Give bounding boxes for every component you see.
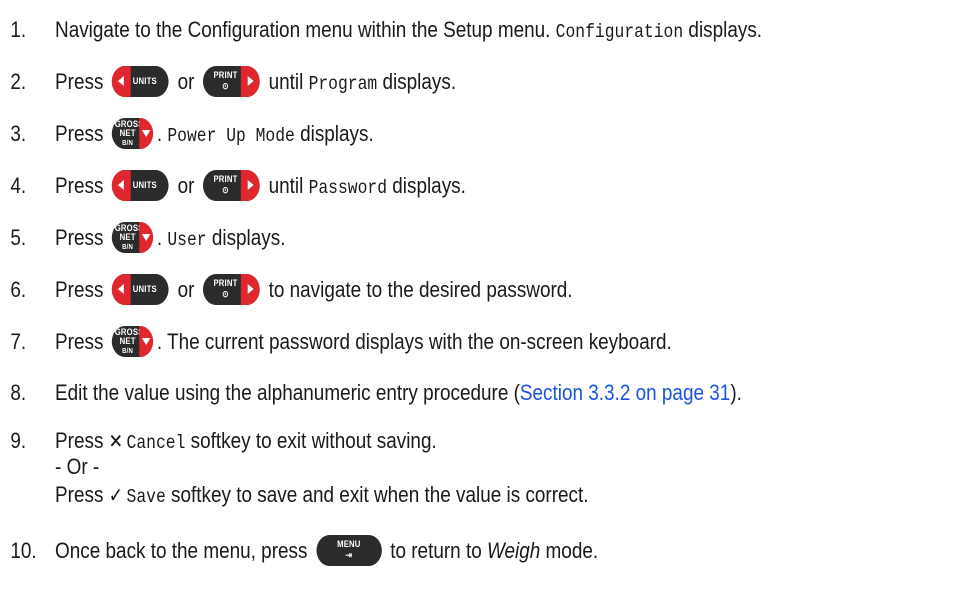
step-text: Press xyxy=(55,482,104,507)
units-left-button[interactable]: UNITS xyxy=(112,169,169,201)
step-text: Once back to the menu, press xyxy=(55,538,308,563)
display-text: Configuration xyxy=(555,21,684,43)
step-number: 2. xyxy=(10,69,27,94)
net-label: NET xyxy=(119,335,136,346)
bn-label: B/N xyxy=(122,347,134,355)
display-text: User xyxy=(167,229,207,251)
print-label: PRINT xyxy=(213,173,238,184)
display-text: Program xyxy=(308,73,378,95)
cancel-softkey-label: Cancel xyxy=(126,432,186,454)
step-text: or xyxy=(177,69,195,94)
units-left-button[interactable]: UNITS xyxy=(112,273,169,305)
step-text: displays. xyxy=(387,173,466,198)
step-text: Edit the value using the alphanumeric en… xyxy=(55,380,520,405)
step-text: Press xyxy=(55,329,104,354)
weigh-mode-text: Weigh xyxy=(486,538,541,563)
print-icon: ⊙ xyxy=(222,288,229,299)
display-text: Password xyxy=(308,177,388,199)
print-icon: ⊙ xyxy=(222,184,229,195)
arrow-left-icon xyxy=(118,179,125,190)
checkmark-icon: ✓ xyxy=(108,485,124,507)
step-number: 8. xyxy=(10,380,27,405)
step-text: or xyxy=(177,277,195,302)
step-text: displays. xyxy=(683,17,763,42)
bn-label: B/N xyxy=(122,243,134,251)
step-text: . The current password displays with the… xyxy=(156,329,672,354)
step-text: until xyxy=(268,69,304,94)
print-label: PRINT xyxy=(213,69,238,80)
step-text: Navigate to the Configuration menu withi… xyxy=(55,17,556,42)
section-link[interactable]: Section 3.3.2 on page 31 xyxy=(520,380,730,405)
display-text: Power Up Mode xyxy=(167,125,295,147)
units-label: UNITS xyxy=(132,75,157,86)
step-text: Press xyxy=(55,121,104,146)
units-label: UNITS xyxy=(132,283,157,294)
units-left-button[interactable]: UNITS xyxy=(112,65,169,97)
step-number: 5. xyxy=(10,225,27,250)
exit-arrow-icon: ⇥ xyxy=(345,549,353,560)
step-number: 1. xyxy=(10,17,27,42)
step-text: displays. xyxy=(294,121,374,146)
bn-label: B/N xyxy=(122,139,134,147)
step-text: or xyxy=(177,173,195,198)
step-text: until xyxy=(268,173,304,198)
print-label: PRINT xyxy=(213,277,238,288)
step-text: to return to xyxy=(390,538,487,563)
step-text: displays. xyxy=(377,69,457,94)
arrow-right-icon xyxy=(247,75,254,86)
step-text: to navigate to the desired password. xyxy=(268,277,573,302)
step-text: ). xyxy=(730,380,742,405)
step-text: softkey to exit without saving. xyxy=(185,428,437,453)
net-label: NET xyxy=(119,231,136,242)
print-right-button[interactable]: PRINT ⊙ xyxy=(203,273,260,305)
arrow-right-icon xyxy=(247,283,254,294)
step-number: 10. xyxy=(10,538,37,563)
arrow-left-icon xyxy=(118,283,125,294)
step-number: 9. xyxy=(10,428,27,453)
units-label: UNITS xyxy=(132,179,157,190)
arrow-down-icon xyxy=(142,337,151,345)
menu-button[interactable]: MENU ⇥ xyxy=(316,534,382,566)
step-text: Press xyxy=(55,277,104,302)
save-softkey-label: Save xyxy=(126,486,166,508)
arrow-right-icon xyxy=(247,179,254,190)
step-text: displays. xyxy=(206,225,286,250)
arrow-left-icon xyxy=(118,75,125,86)
arrow-down-icon xyxy=(142,233,151,241)
step-number: 3. xyxy=(10,121,27,146)
print-icon: ⊙ xyxy=(222,80,229,91)
step-text: Press xyxy=(55,173,104,198)
arrow-down-icon xyxy=(142,129,151,137)
step-text: softkey to save and exit when the value … xyxy=(165,482,589,507)
step-text: Press xyxy=(55,225,104,250)
step-number: 4. xyxy=(10,173,27,198)
step-text: . xyxy=(156,225,168,250)
menu-label: MENU xyxy=(337,538,361,549)
step-number: 6. xyxy=(10,277,27,302)
net-label: NET xyxy=(119,127,136,138)
gross-net-down-button[interactable]: GROSS NET B/N xyxy=(112,221,154,253)
step-text: . xyxy=(156,121,168,146)
step-text: mode. xyxy=(540,538,599,563)
gross-net-down-button[interactable]: GROSS NET B/N xyxy=(112,117,154,149)
step-number: 7. xyxy=(10,329,27,354)
gross-net-down-button[interactable]: GROSS NET B/N xyxy=(112,325,154,357)
step-text: Press xyxy=(55,428,104,453)
cancel-icon: ✕ xyxy=(108,431,124,453)
step-text: Press xyxy=(55,69,104,94)
print-right-button[interactable]: PRINT ⊙ xyxy=(203,65,260,97)
print-right-button[interactable]: PRINT ⊙ xyxy=(203,169,260,201)
